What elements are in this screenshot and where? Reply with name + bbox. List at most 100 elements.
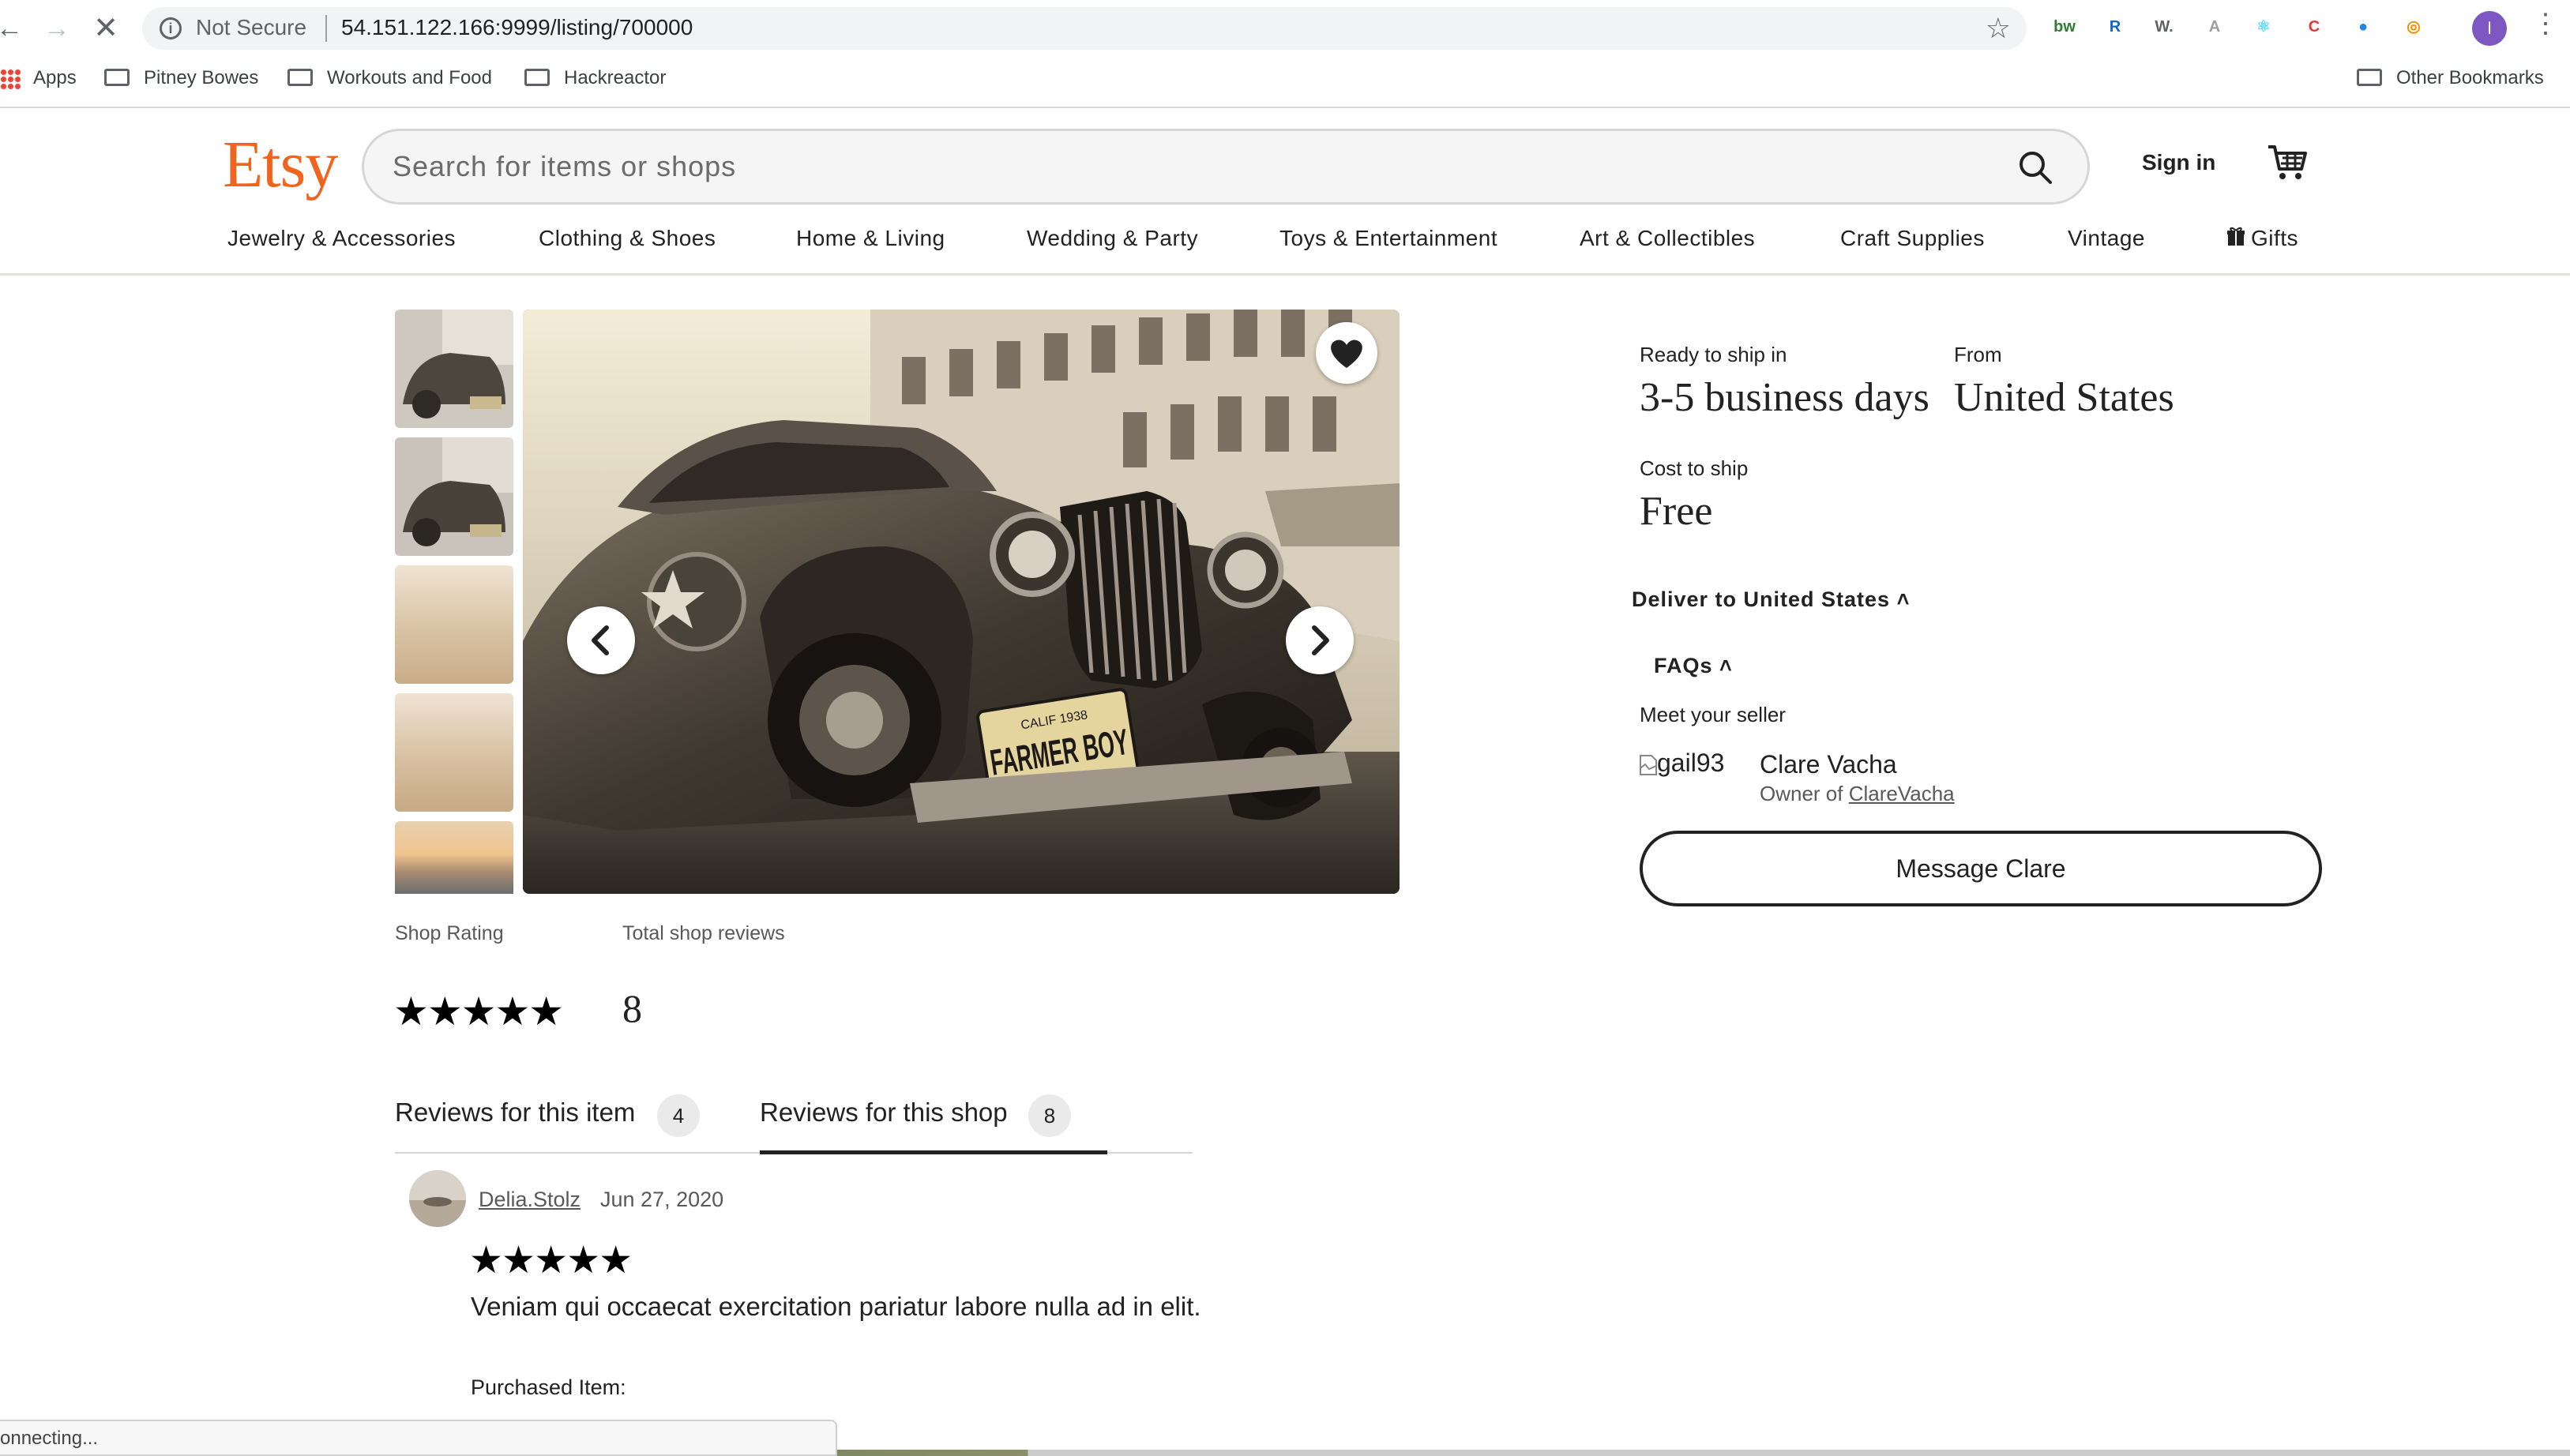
bookmark-folder-hackreactor[interactable]: Hackreactor [524,65,666,92]
search-bar[interactable]: Search for items or shops [362,129,2090,205]
shop-name-link[interactable]: ClareVacha [1849,782,1955,805]
forward-arrow-icon[interactable]: → [39,11,74,46]
broken-image-icon [1640,754,1657,775]
bookmark-apps[interactable]: Apps [0,65,77,92]
browser-menu-icon[interactable]: ⋮ [2532,8,2559,39]
avatar[interactable] [409,1170,466,1227]
c-extension-icon[interactable]: C [2300,13,2328,41]
bw-extension-icon[interactable]: bw [2050,13,2079,41]
bookmark-apps-label: Apps [33,67,77,88]
ready-to-ship-value: 3-5 business days [1640,375,1929,420]
previous-image-button[interactable] [567,606,635,674]
tab-reviews-item-count: 4 [657,1094,700,1137]
meet-seller-heading: Meet your seller [1640,703,1786,726]
reviewer-avatar-image [409,1170,466,1227]
nav-jewelry-accessories[interactable]: Jewelry & Accessories [227,226,456,251]
w-extension-icon[interactable]: W. [2150,13,2178,41]
category-nav: Jewelry & Accessories Clothing & Shoes H… [0,226,2570,273]
cost-to-ship-label: Cost to ship [1640,456,1749,480]
nav-wedding-party[interactable]: Wedding & Party [1027,226,1198,251]
thumbnail-car-image [395,437,513,556]
tab-reviews-item[interactable]: Reviews for this item [395,1098,635,1128]
browser-status-bar: onnecting... [0,1420,837,1456]
header-divider [0,273,2570,276]
status-text: onnecting... [0,1428,99,1449]
next-image-button[interactable] [1286,606,1354,674]
bookmark-folder-workouts[interactable]: Workouts and Food [287,65,492,92]
shop-rating-label: Shop Rating [395,922,504,944]
caret-up-icon: ˄ [1896,587,1911,611]
search-icon[interactable] [2018,150,2053,185]
page-root: { "browser": { "security_label": "Not Se… [0,0,2570,1456]
r-extension-icon[interactable]: R [2101,13,2129,41]
review-text: Veniam qui occaecat exercitation pariatu… [471,1292,1201,1321]
etsy-logo[interactable]: Etsy [223,126,338,203]
folder-icon [287,68,313,86]
folder-icon [2357,68,2382,86]
thumbnail-3[interactable] [395,565,513,684]
fingerprint-extension-icon[interactable]: ◎ [2399,13,2428,41]
tab-reviews-shop-count: 8 [1028,1094,1071,1137]
url-text[interactable]: 54.151.122.166:9999/listing/700000 [341,15,693,40]
review-stars: ★★★★★ [469,1240,633,1282]
heart-icon [1331,340,1362,368]
shop-rating-stars: ★★★★★ [393,989,564,1034]
cost-to-ship-value: Free [1640,489,1713,534]
seller-avatar-alt: gail93 [1657,749,1725,777]
react-devtools-icon[interactable]: ⚛ [2249,13,2278,41]
back-arrow-icon[interactable]: ← [0,11,27,46]
owner-prefix: Owner of [1760,782,1849,805]
tab-reviews-shop[interactable]: Reviews for this shop [760,1098,1008,1128]
caret-up-icon: ˄ [1719,654,1733,677]
favorite-button[interactable] [1316,322,1377,384]
puzzle-extension-icon[interactable]: A [2200,13,2229,41]
bookmarks-bar: Apps Pitney Bowes Workouts and Food Hack… [0,60,2570,96]
search-input[interactable]: Search for items or shops [393,150,736,183]
cart-icon[interactable] [2267,142,2308,183]
profile-avatar[interactable]: I [2472,11,2507,46]
info-icon[interactable]: i [160,17,182,39]
address-bar[interactable]: i Not Secure 54.151.122.166:9999/listing… [142,7,2027,50]
chevron-right-icon [1312,625,1329,655]
ships-from-label: From [1954,343,2002,366]
sign-in-link[interactable]: Sign in [2142,150,2215,175]
total-reviews-count: 8 [622,986,642,1030]
thumbnail-5[interactable] [395,821,513,894]
message-seller-button[interactable]: Message Clare [1640,831,2322,906]
deliver-to-toggle[interactable]: Deliver to United States ˄ [1632,587,1910,612]
active-tab-indicator [760,1150,1107,1154]
bookmark-folder-other[interactable]: Other Bookmarks [2357,65,2544,92]
apps-grid-icon [0,68,21,89]
folder-icon [524,68,550,86]
nav-gifts[interactable]: Gifts [2227,226,2298,251]
thumbnail-4[interactable] [395,693,513,812]
nav-clothing-shoes[interactable]: Clothing & Shoes [539,226,716,251]
bookmark-folder-pitney[interactable]: Pitney Bowes [104,65,258,92]
security-label[interactable]: Not Secure [196,15,306,40]
thumbnail-2[interactable] [395,437,513,556]
stop-loading-icon[interactable]: ✕ [88,11,123,46]
circle-extension-icon[interactable]: ● [2349,13,2377,41]
ready-to-ship-label: Ready to ship in [1640,343,1787,366]
purchased-item-label: Purchased Item: [471,1375,626,1399]
seller-avatar[interactable]: gail93 [1640,749,1724,778]
faqs-toggle[interactable]: FAQs ˄ [1654,654,1733,678]
nav-vintage[interactable]: Vintage [2068,226,2145,251]
review-date: Jun 27, 2020 [600,1188,724,1211]
bookmark-label: Other Bookmarks [2396,67,2544,88]
thumbnail-1[interactable] [395,310,513,428]
chevron-left-icon [592,625,609,655]
reviewer-name-link[interactable]: Delia.Stolz [479,1188,581,1212]
seller-name: Clare Vacha [1760,750,1897,779]
main-listing-image[interactable]: CALIF 1938 FARMER BOY [523,310,1400,894]
nav-home-living[interactable]: Home & Living [796,226,945,251]
bookmark-star-icon[interactable]: ☆ [1986,12,2011,45]
nav-craft-supplies[interactable]: Craft Supplies [1840,226,1985,251]
nav-art-collectibles[interactable]: Art & Collectibles [1580,226,1755,251]
bookmark-label: Hackreactor [564,67,667,88]
deliver-to-label: Deliver to United States [1632,587,1891,611]
vintage-car-photo: CALIF 1938 FARMER BOY [523,310,1400,894]
nav-toys-entertainment[interactable]: Toys & Entertainment [1279,226,1497,251]
total-reviews-label: Total shop reviews [622,922,785,944]
faqs-label: FAQs [1654,654,1713,677]
